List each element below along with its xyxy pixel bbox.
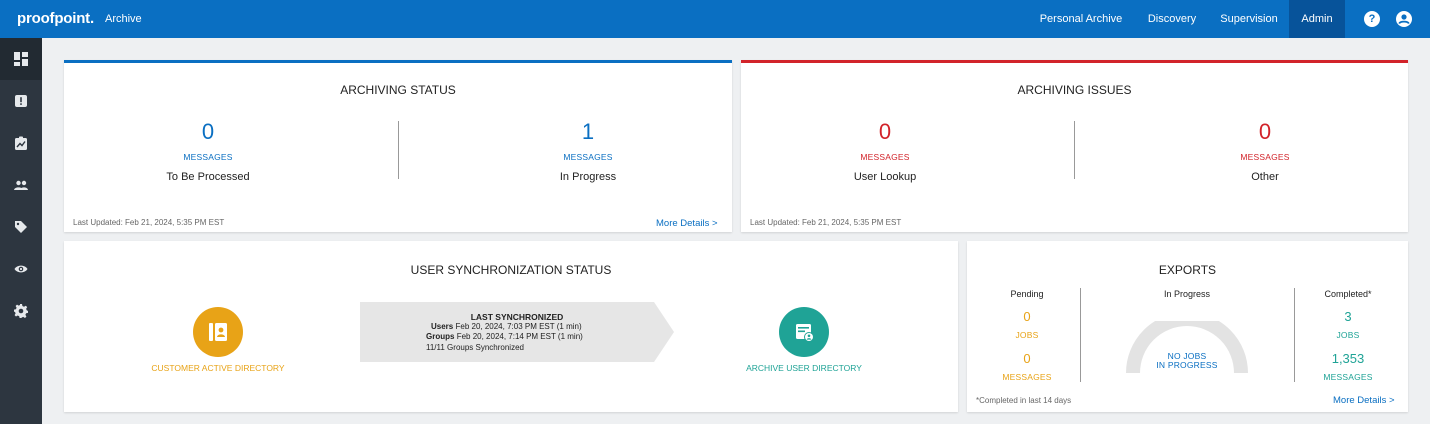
groups-sync-row: Groups Feb 20, 2024, 7:14 PM EST (1 min) xyxy=(426,332,583,341)
pending-messages-count[interactable]: 0 xyxy=(982,351,1072,366)
users-key: Users xyxy=(431,322,454,331)
card-title: ARCHIVING ISSUES xyxy=(1017,83,1132,97)
completed-messages-unit: MESSAGES xyxy=(1323,372,1373,382)
sidebar-item-settings[interactable] xyxy=(0,290,42,332)
user-lookup-unit: MESSAGES xyxy=(860,152,910,162)
nav-personal-archive[interactable]: Personal Archive xyxy=(1030,0,1132,38)
divider xyxy=(1080,288,1081,382)
sidebar-item-reports[interactable] xyxy=(0,122,42,164)
users-sync-value: Feb 20, 2024, 7:03 PM EST (1 min) xyxy=(455,322,582,331)
other-label: Other xyxy=(1251,171,1279,183)
more-details-link[interactable]: More Details > xyxy=(656,218,718,229)
archive-directory-icon xyxy=(796,324,814,342)
sidebar-item-dashboard[interactable] xyxy=(0,38,42,80)
alert-icon xyxy=(15,95,27,107)
more-details-link[interactable]: More Details > xyxy=(1333,395,1395,406)
user-icon[interactable] xyxy=(1396,11,1412,27)
gear-icon xyxy=(14,304,28,318)
sidebar-item-alerts[interactable] xyxy=(0,80,42,122)
divider xyxy=(1294,288,1295,382)
address-book-icon xyxy=(209,323,227,341)
nav-supervision[interactable]: Supervision xyxy=(1210,0,1288,38)
sidebar-item-tags[interactable] xyxy=(0,206,42,248)
archiving-issues-card: ARCHIVING ISSUES 0 MESSAGES User Lookup … xyxy=(741,60,1408,232)
pending-messages-unit: MESSAGES xyxy=(1002,372,1052,382)
in-progress-count[interactable]: 1 xyxy=(528,119,648,145)
exports-card: EXPORTS Pending 0 JOBS 0 MESSAGES In Pro… xyxy=(967,241,1408,412)
last-updated: Last Updated: Feb 21, 2024, 5:35 PM EST xyxy=(750,218,902,227)
divider xyxy=(398,121,399,179)
sync-info-arrow: LAST SYNCHRONIZED Users Feb 20, 2024, 7:… xyxy=(360,302,674,362)
archiving-status-card: ARCHIVING STATUS 0 MESSAGES To Be Proces… xyxy=(64,60,732,232)
users-sync-row: Users Feb 20, 2024, 7:03 PM EST (1 min) xyxy=(431,322,582,331)
archive-directory-button[interactable] xyxy=(779,307,829,357)
completed-messages-count[interactable]: 1,353 xyxy=(1303,351,1393,366)
to-be-processed-count[interactable]: 0 xyxy=(148,119,268,145)
sidebar-item-supervision[interactable] xyxy=(0,248,42,290)
completed-heading: Completed* xyxy=(1324,289,1372,299)
groups-key: Groups xyxy=(426,332,455,341)
nav-admin[interactable]: Admin xyxy=(1289,0,1345,38)
card-title: ARCHIVING STATUS xyxy=(340,83,456,97)
pending-jobs-count[interactable]: 0 xyxy=(982,309,1072,324)
divider xyxy=(1074,121,1075,179)
to-be-processed-label: To Be Processed xyxy=(166,171,250,183)
card-title: EXPORTS xyxy=(1158,263,1217,277)
completed-jobs-count[interactable]: 3 xyxy=(1303,309,1393,324)
other-count[interactable]: 0 xyxy=(1205,119,1325,145)
user-lookup-label: User Lookup xyxy=(853,171,917,183)
completed-footnote: *Completed in last 14 days xyxy=(976,396,1072,405)
top-bar: proofpoint. Archive Personal Archive Dis… xyxy=(0,0,1430,38)
customer-directory-button[interactable] xyxy=(193,307,243,357)
pending-heading: Pending xyxy=(1010,289,1044,299)
groups-sync-value: Feb 20, 2024, 7:14 PM EST (1 min) xyxy=(456,332,583,341)
users-icon xyxy=(14,180,28,190)
in-progress-text: IN PROGRESS xyxy=(1156,360,1218,370)
customer-directory-label: CUSTOMER ACTIVE DIRECTORY xyxy=(151,363,285,373)
other-unit: MESSAGES xyxy=(1240,152,1290,162)
last-sync-title: LAST SYNCHRONIZED xyxy=(470,312,564,322)
pending-jobs-unit: JOBS xyxy=(1015,330,1039,340)
groups-synced-link[interactable]: 11/11 Groups Synchronized xyxy=(426,343,524,352)
in-progress-label: In Progress xyxy=(559,171,617,183)
in-progress-unit: MESSAGES xyxy=(563,152,613,162)
user-glyph-icon xyxy=(1398,14,1410,25)
report-icon xyxy=(15,136,27,150)
sidebar xyxy=(0,38,42,424)
nav-discovery[interactable]: Discovery xyxy=(1136,0,1208,38)
help-icon[interactable]: ? xyxy=(1364,11,1380,27)
eye-icon xyxy=(14,265,28,273)
app-name: Archive xyxy=(105,13,142,25)
user-sync-card: USER SYNCHRONIZATION STATUS CUSTOMER ACT… xyxy=(64,241,958,412)
card-title: USER SYNCHRONIZATION STATUS xyxy=(410,263,612,277)
brand-logo[interactable]: proofpoint. xyxy=(17,10,94,27)
to-be-processed-unit: MESSAGES xyxy=(183,152,233,162)
last-updated: Last Updated: Feb 21, 2024, 5:35 PM EST xyxy=(73,218,225,227)
tag-icon xyxy=(15,221,27,233)
in-progress-heading: In Progress xyxy=(1163,289,1211,299)
dashboard-icon xyxy=(14,52,28,66)
completed-jobs-unit: JOBS xyxy=(1336,330,1360,340)
user-lookup-count[interactable]: 0 xyxy=(825,119,945,145)
archive-directory-label: ARCHIVE USER DIRECTORY xyxy=(746,363,862,373)
sidebar-item-users[interactable] xyxy=(0,164,42,206)
